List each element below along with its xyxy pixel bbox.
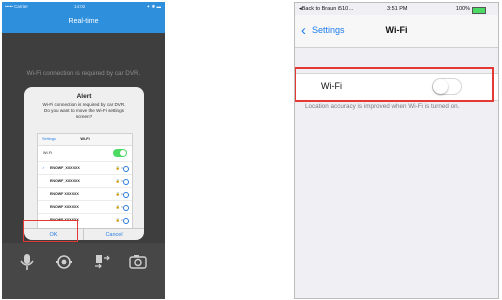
wifi-footer-note: Location accuracy is improved when Wi-Fi… <box>305 103 460 110</box>
status-time: 14:02 <box>74 4 86 9</box>
info-icon <box>123 166 129 172</box>
status-bar: ••••• Carrier 14:02 ✦ ✱ ▬ <box>2 2 165 11</box>
alert-dialog: Alert Wi-Fi connection is required by ca… <box>24 87 144 240</box>
battery-icon <box>472 7 486 14</box>
cancel-button[interactable]: Cancel <box>84 229 144 240</box>
status-icons: ✦ ✱ ▬ <box>146 4 161 9</box>
alert-title: Alert <box>76 93 92 100</box>
mini-wifi-row: Wi-Fi <box>38 148 132 158</box>
mini-nav-bar: Settings Wi-Fi <box>38 134 132 146</box>
photo-camera-icon[interactable] <box>129 253 147 271</box>
bottom-toolbar <box>2 243 165 299</box>
alert-message: Wi-Fi connection is required by car DVR.… <box>42 102 126 119</box>
network-row: ✓ ENOWF_XXXXXX 🔒 ≈ <box>38 161 132 175</box>
nav-bar: Real-time <box>2 11 165 33</box>
nav-bar: ‹ Settings Wi-Fi <box>295 15 498 48</box>
left-phone-screen: ••••• Carrier 14:02 ✦ ✱ ▬ Real-time Wi-F… <box>2 2 165 299</box>
wifi-settings-preview: Settings Wi-Fi Wi-Fi ✓ ENOWF_XXXXXX 🔒 ≈ … <box>37 133 133 229</box>
mini-wifi-toggle <box>113 149 127 157</box>
ok-highlight-box <box>23 220 78 242</box>
page-title: Real-time <box>68 18 99 25</box>
wifi-required-message: Wi-Fi connection is required by car DVR. <box>26 70 141 77</box>
battery-percent: 100% <box>455 6 470 12</box>
info-icon <box>123 179 129 185</box>
carrier-text: ••••• Carrier <box>5 4 28 9</box>
mini-title: Wi-Fi <box>80 137 90 141</box>
camera-icon[interactable] <box>55 253 73 271</box>
right-phone-screen: ◂Back to Braun i510… 3:51 PM 100% ‹ Sett… <box>294 2 499 299</box>
network-row: ENOWF_XXXXXX 🔒 ≈ <box>38 174 132 188</box>
microphone-icon[interactable] <box>18 253 36 271</box>
network-row: ENOWF XXXXXX 🔒 ≈ <box>38 200 132 214</box>
status-bar: ◂Back to Braun i510… 3:51 PM 100% <box>295 3 498 15</box>
network-row: ENOWF XXXXXX 🔒 ≈ <box>38 187 132 201</box>
sync-icon[interactable] <box>93 253 111 271</box>
back-to-app-link[interactable]: ◂Back to Braun i510… <box>299 3 354 15</box>
wifi-highlight-box <box>295 67 494 102</box>
status-time: 3:51 PM <box>387 6 408 12</box>
info-icon <box>123 192 129 198</box>
page-title: Wi-Fi <box>385 25 408 35</box>
info-icon <box>123 205 129 211</box>
signal-icon: 🔒 ≈ <box>115 218 123 222</box>
info-icon <box>123 218 129 224</box>
mini-wifi-label: Wi-Fi <box>43 151 52 155</box>
